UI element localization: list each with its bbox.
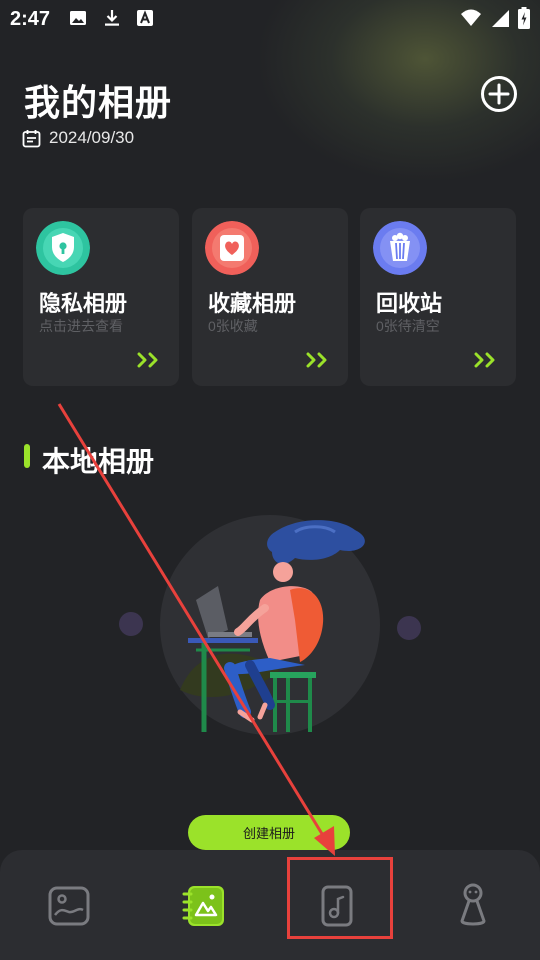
battery-charging-icon bbox=[518, 7, 530, 29]
status-time: 2:47 bbox=[10, 8, 51, 30]
section-accent-bar bbox=[24, 444, 30, 468]
card-title: 隐私相册 bbox=[39, 291, 128, 316]
album-notebook-icon bbox=[182, 886, 224, 926]
status-bar: 2:47 bbox=[0, 0, 540, 36]
nav-photos[interactable] bbox=[43, 880, 95, 932]
card-favorites-album[interactable]: 收藏相册 0张收藏 bbox=[192, 208, 348, 386]
card-private-album[interactable]: 隐私相册 点击进去查看 bbox=[23, 208, 179, 386]
card-subtitle: 0张收藏 bbox=[208, 318, 258, 334]
page-title: 我的相册 bbox=[24, 82, 173, 123]
signal-icon bbox=[492, 10, 509, 27]
plus-circle-icon[interactable] bbox=[479, 74, 519, 114]
section-title: 本地相册 bbox=[42, 446, 155, 477]
photo-frame-icon bbox=[48, 886, 90, 926]
calendar-icon bbox=[22, 129, 41, 147]
card-subtitle: 0张待清空 bbox=[376, 318, 440, 334]
wifi-icon bbox=[461, 9, 481, 26]
double-chevron-right-icon bbox=[474, 352, 495, 368]
bottom-nav bbox=[0, 850, 540, 960]
empty-state-illustration bbox=[119, 515, 421, 735]
date-row: 2024/09/30 bbox=[22, 128, 134, 148]
nav-profile[interactable] bbox=[447, 880, 499, 932]
double-chevron-right-icon bbox=[306, 352, 327, 368]
download-icon bbox=[105, 10, 119, 26]
popcorn-bin-icon bbox=[373, 221, 427, 275]
heart-icon bbox=[205, 221, 259, 275]
image-icon bbox=[70, 11, 86, 25]
nav-albums[interactable] bbox=[178, 880, 230, 932]
font-icon bbox=[137, 10, 153, 26]
shield-lock-icon bbox=[36, 221, 90, 275]
date-text: 2024/09/30 bbox=[49, 128, 135, 147]
double-chevron-right-icon bbox=[137, 352, 158, 368]
card-title: 回收站 bbox=[376, 291, 443, 316]
annotation-highlight-box bbox=[287, 857, 393, 939]
card-subtitle: 点击进去查看 bbox=[39, 318, 123, 334]
person-icon bbox=[460, 883, 486, 926]
create-album-button[interactable]: 创建相册 bbox=[188, 815, 350, 850]
card-recycle-bin[interactable]: 回收站 0张待清空 bbox=[360, 208, 516, 386]
card-title: 收藏相册 bbox=[208, 291, 297, 316]
